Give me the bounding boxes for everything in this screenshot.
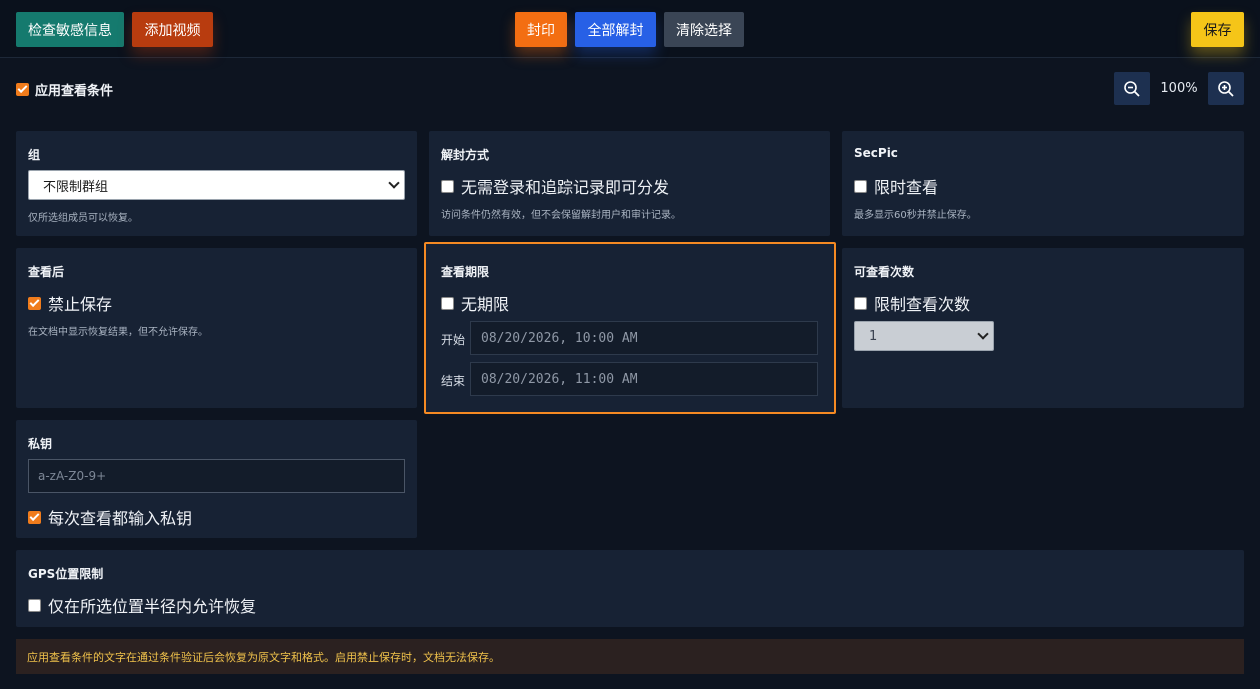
group-card: 组 不限制群组 仅所选组成员可以恢复。 <box>16 131 417 236</box>
secpic-card: SecPic 限时查看 最多显示60秒并禁止保存。 <box>842 131 1244 236</box>
view-count-card: 可查看次数 限制查看次数 1 <box>842 248 1244 408</box>
zoom-in-icon <box>1218 80 1234 97</box>
gps-option[interactable]: 仅在所选位置半径内允许恢复 <box>28 593 256 617</box>
unseal-method-option[interactable]: 无需登录和追踪记录即可分发 <box>441 174 669 198</box>
seal-button[interactable]: 封印 <box>515 12 567 47</box>
zoom-level: 100% <box>1160 81 1198 96</box>
group-select-value: 不限制群组 <box>43 179 109 195</box>
group-title: 组 <box>28 148 41 162</box>
chevron-down-icon <box>977 328 989 340</box>
group-select[interactable]: 不限制群组 <box>28 170 405 200</box>
private-key-input[interactable]: a-zA-Z0-9+ <box>28 459 405 493</box>
limit-count-label: 限制查看次数 <box>874 295 971 314</box>
unseal-method-title: 解封方式 <box>441 148 490 162</box>
limit-count-checkbox[interactable] <box>854 296 867 310</box>
timed-view-checkbox[interactable] <box>854 179 867 193</box>
enter-key-every-time-checkbox[interactable] <box>28 510 41 524</box>
save-button[interactable]: 保存 <box>1191 12 1244 47</box>
zoom-out-icon <box>1124 80 1140 97</box>
after-view-card: 查看后 禁止保存 在文档中显示恢复结果，但不允许保存。 <box>16 248 417 408</box>
gps-title: GPS位置限制 <box>28 567 104 581</box>
end-label: 结束 <box>441 374 466 388</box>
start-label: 开始 <box>441 333 466 347</box>
secpic-title: SecPic <box>854 146 898 160</box>
no-login-label: 无需登录和追踪记录即可分发 <box>461 178 670 197</box>
end-datetime-input[interactable]: 08/20/2026, 11:00 AM <box>470 362 818 396</box>
view-count-title: 可查看次数 <box>854 265 915 279</box>
private-key-option[interactable]: 每次查看都输入私钥 <box>28 505 192 529</box>
enter-key-every-time-label: 每次查看都输入私钥 <box>48 509 193 528</box>
gps-card: GPS位置限制 仅在所选位置半径内允许恢复 <box>16 550 1244 627</box>
top-toolbar: 检查敏感信息 添加视频 封印 全部解封 清除选择 保存 <box>0 0 1260 58</box>
secpic-hint: 最多显示60秒并禁止保存。 <box>854 210 977 221</box>
private-key-card: 私钥 a-zA-Z0-9+ 每次查看都输入私钥 <box>16 420 417 538</box>
apply-conditions-checkbox[interactable] <box>16 82 29 96</box>
notice-banner: 应用查看条件的文字在通过条件验证后会恢复为原文字和格式。启用禁止保存时，文档无法… <box>16 639 1244 674</box>
add-video-button[interactable]: 添加视频 <box>132 12 213 47</box>
no-login-checkbox[interactable] <box>441 179 454 193</box>
unseal-method-hint: 访问条件仍然有效，但不会保留解封用户和审计记录。 <box>441 210 681 221</box>
after-view-title: 查看后 <box>28 265 65 279</box>
view-period-card: 查看期限 无期限 开始 08/20/2026, 10:00 AM 结束 08/2… <box>424 242 836 414</box>
no-limit-checkbox[interactable] <box>441 296 454 310</box>
unseal-all-button[interactable]: 全部解封 <box>575 12 656 47</box>
apply-conditions-row[interactable]: 应用查看条件 <box>16 80 114 99</box>
private-key-title: 私钥 <box>28 437 53 451</box>
unseal-method-card: 解封方式 无需登录和追踪记录即可分发 访问条件仍然有效，但不会保留解封用户和审计… <box>429 131 830 236</box>
gps-radius-label: 仅在所选位置半径内允许恢复 <box>48 597 257 616</box>
view-count-option[interactable]: 限制查看次数 <box>854 291 970 315</box>
view-count-select[interactable]: 1 <box>854 321 994 351</box>
prohibit-save-checkbox[interactable] <box>28 296 41 310</box>
view-period-title: 查看期限 <box>441 265 490 279</box>
timed-view-label: 限时查看 <box>874 178 939 197</box>
zoom-out-button[interactable] <box>1114 72 1150 105</box>
check-sensitive-button[interactable]: 检查敏感信息 <box>16 12 124 47</box>
secpic-option[interactable]: 限时查看 <box>854 174 938 198</box>
after-view-option[interactable]: 禁止保存 <box>28 291 112 315</box>
clear-selection-button[interactable]: 清除选择 <box>664 12 744 47</box>
start-datetime-input[interactable]: 08/20/2026, 10:00 AM <box>470 321 818 355</box>
chevron-down-icon <box>388 177 400 189</box>
notice-text: 应用查看条件的文字在通过条件验证后会恢复为原文字和格式。启用禁止保存时，文档无法… <box>27 650 500 664</box>
group-hint: 仅所选组成员可以恢复。 <box>28 213 138 224</box>
view-period-option[interactable]: 无期限 <box>441 291 509 315</box>
after-view-hint: 在文档中显示恢复结果，但不允许保存。 <box>28 327 208 338</box>
no-limit-label: 无期限 <box>461 295 510 314</box>
apply-conditions-label: 应用查看条件 <box>35 83 114 99</box>
zoom-in-button[interactable] <box>1208 72 1244 105</box>
view-count-value: 1 <box>869 328 878 344</box>
prohibit-save-label: 禁止保存 <box>48 295 113 314</box>
gps-radius-checkbox[interactable] <box>28 598 41 612</box>
